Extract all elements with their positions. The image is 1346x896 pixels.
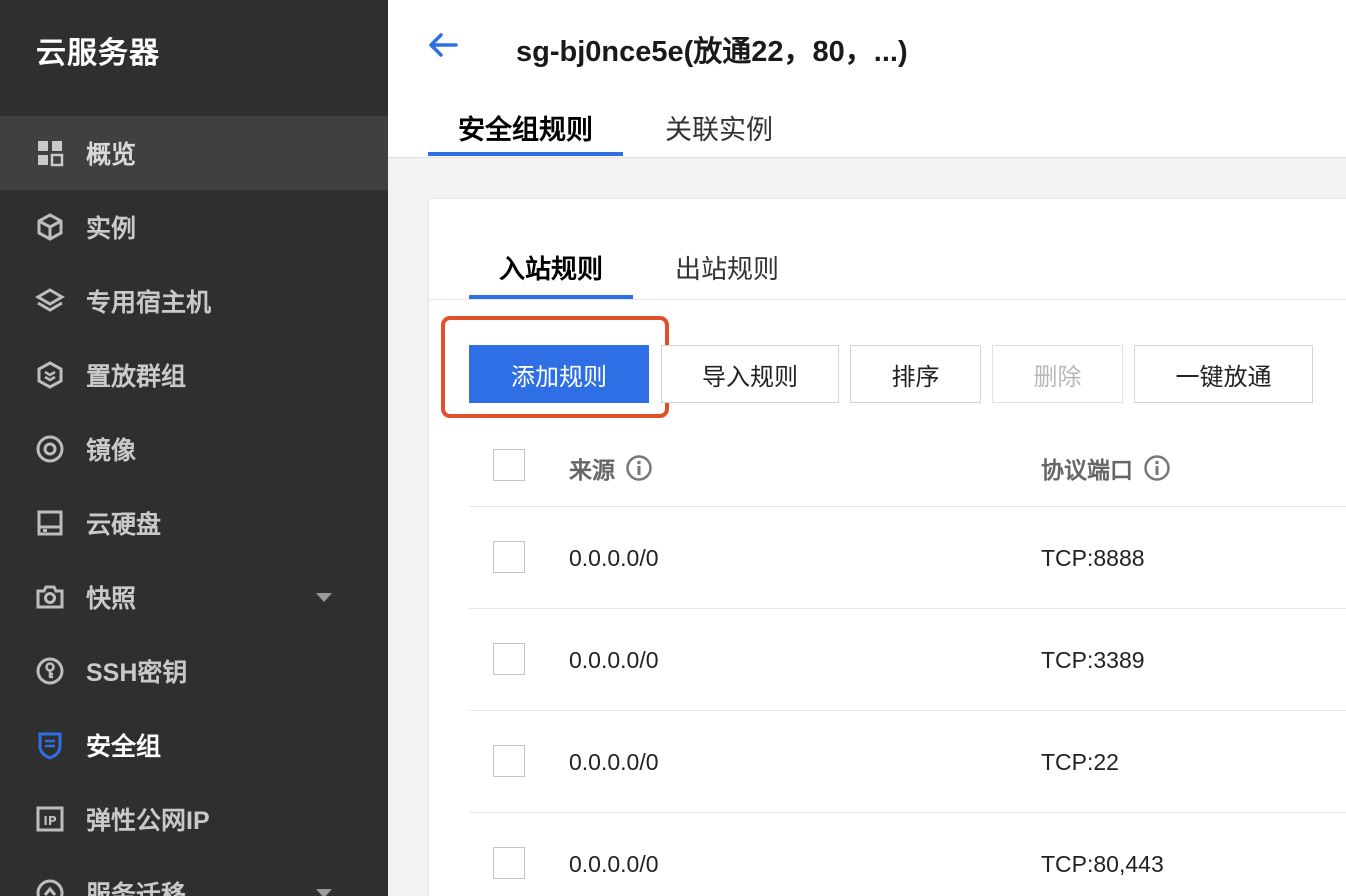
sidebar-item-label: 安全组 [86,733,162,761]
sidebar-item-label: 镜像 [86,437,137,465]
sidebar-item-placement-group[interactable]: 置放群组 [0,338,388,412]
rules-card: 入站规则 出站规则 添加规则 导入规则 排序 删除 一键放通 来源 协议端口 0… [428,198,1346,896]
sidebar-item-label: 概览 [86,141,137,169]
header-tabs: 安全组规则 关联实例 [428,104,803,156]
column-header-source: 来源 [569,451,653,485]
chevron-down-icon[interactable] [316,889,332,896]
tab-inbound-rules[interactable]: 入站规则 [469,249,634,299]
row-checkbox[interactable] [493,643,525,675]
sidebar-item-snapshots[interactable]: 快照 [0,560,388,634]
table-row: 0.0.0.0/0 TCP:80,443 [469,813,1346,896]
source-cell: 0.0.0.0/0 [569,545,659,571]
tab-associated-instances[interactable]: 关联实例 [635,104,803,156]
port-cell: TCP:8888 [1041,545,1145,571]
column-header-port: 协议端口 [1041,451,1171,485]
tab-security-group-rules[interactable]: 安全组规则 [428,104,623,156]
sidebar-item-cloud-disk[interactable]: 云硬盘 [0,486,388,560]
open-all-button[interactable]: 一键放通 [1134,345,1313,403]
column-header-label: 来源 [569,457,615,483]
select-all-checkbox[interactable] [493,449,525,481]
source-cell: 0.0.0.0/0 [569,749,659,775]
disk-icon [34,507,66,539]
tab-divider [429,299,1346,300]
svg-text:IP: IP [43,814,56,828]
info-icon[interactable] [625,454,653,482]
chevron-down-icon[interactable] [316,593,332,602]
delete-button[interactable]: 删除 [992,345,1123,403]
layers-icon [34,285,66,317]
sidebar-item-label: 专用宿主机 [86,289,212,317]
add-rule-button[interactable]: 添加规则 [469,345,649,403]
key-icon [34,655,66,687]
port-cell: TCP:80,443 [1041,851,1164,877]
sidebar-item-label: 置放群组 [86,363,187,391]
sidebar-item-ssh-keys[interactable]: SSH密钥 [0,634,388,708]
sidebar-item-dedicated-host[interactable]: 专用宿主机 [0,264,388,338]
column-header-label: 协议端口 [1041,457,1133,483]
back-arrow-icon[interactable] [426,28,460,62]
sidebar-title: 云服务器 [36,37,160,70]
sidebar-item-label: 实例 [86,215,137,243]
table-header-row: 来源 协议端口 [469,423,1346,507]
grid-icon [34,137,66,169]
page-header: sg-bj0nce5e(放通22，80，...) 安全组规则 关联实例 [388,0,1346,158]
disc-icon [34,433,66,465]
sidebar-item-instances[interactable]: 实例 [0,190,388,264]
main-content: sg-bj0nce5e(放通22，80，...) 安全组规则 关联实例 入站规则… [388,0,1346,896]
info-icon[interactable] [1143,454,1171,482]
port-cell: TCP:22 [1041,749,1119,775]
sidebar-item-label: SSH密钥 [86,659,188,687]
rule-direction-tabs: 入站规则 出站规则 [469,249,809,299]
import-rules-button[interactable]: 导入规则 [661,345,839,403]
row-checkbox[interactable] [493,847,525,879]
table-row: 0.0.0.0/0 TCP:3389 [469,609,1346,711]
cube-icon [34,211,66,243]
tab-outbound-rules[interactable]: 出站规则 [645,249,809,299]
table-row: 0.0.0.0/0 TCP:22 [469,711,1346,813]
table-row: 0.0.0.0/0 TCP:8888 [469,507,1346,609]
port-cell: TCP:3389 [1041,647,1145,673]
sidebar-item-overview[interactable]: 概览 [0,116,388,190]
source-cell: 0.0.0.0/0 [569,851,659,877]
sidebar-item-label: 服务迁移 [86,881,187,896]
sidebar-nav: 概览 实例 专用宿主机 置放群组 镜像 云硬盘 快照 SSH密钥 安全组 IP … [0,116,388,896]
sidebar-item-label: 云硬盘 [86,511,162,539]
migrate-icon [34,877,66,896]
sidebar-item-label: 弹性公网IP [86,807,210,835]
sidebar-item-images[interactable]: 镜像 [0,412,388,486]
sidebar: 云服务器 概览 实例 专用宿主机 置放群组 镜像 云硬盘 快照 SSH密钥 安全… [0,0,388,896]
hexagon-icon [34,359,66,391]
ip-icon: IP [34,803,66,835]
sidebar-item-elastic-ip[interactable]: IP 弹性公网IP [0,782,388,856]
sidebar-item-security-group[interactable]: 安全组 [0,708,388,782]
shield-icon [34,729,66,761]
source-cell: 0.0.0.0/0 [569,647,659,673]
sidebar-item-label: 快照 [86,585,137,613]
row-checkbox[interactable] [493,745,525,777]
sort-button[interactable]: 排序 [850,345,981,403]
rules-table: 来源 协议端口 0.0.0.0/0 TCP:8888 0.0.0.0/0 TCP… [469,423,1346,896]
sidebar-item-service-migration[interactable]: 服务迁移 [0,856,388,896]
camera-icon [34,581,66,613]
page-title: sg-bj0nce5e(放通22，80，...) [516,36,908,68]
row-checkbox[interactable] [493,541,525,573]
